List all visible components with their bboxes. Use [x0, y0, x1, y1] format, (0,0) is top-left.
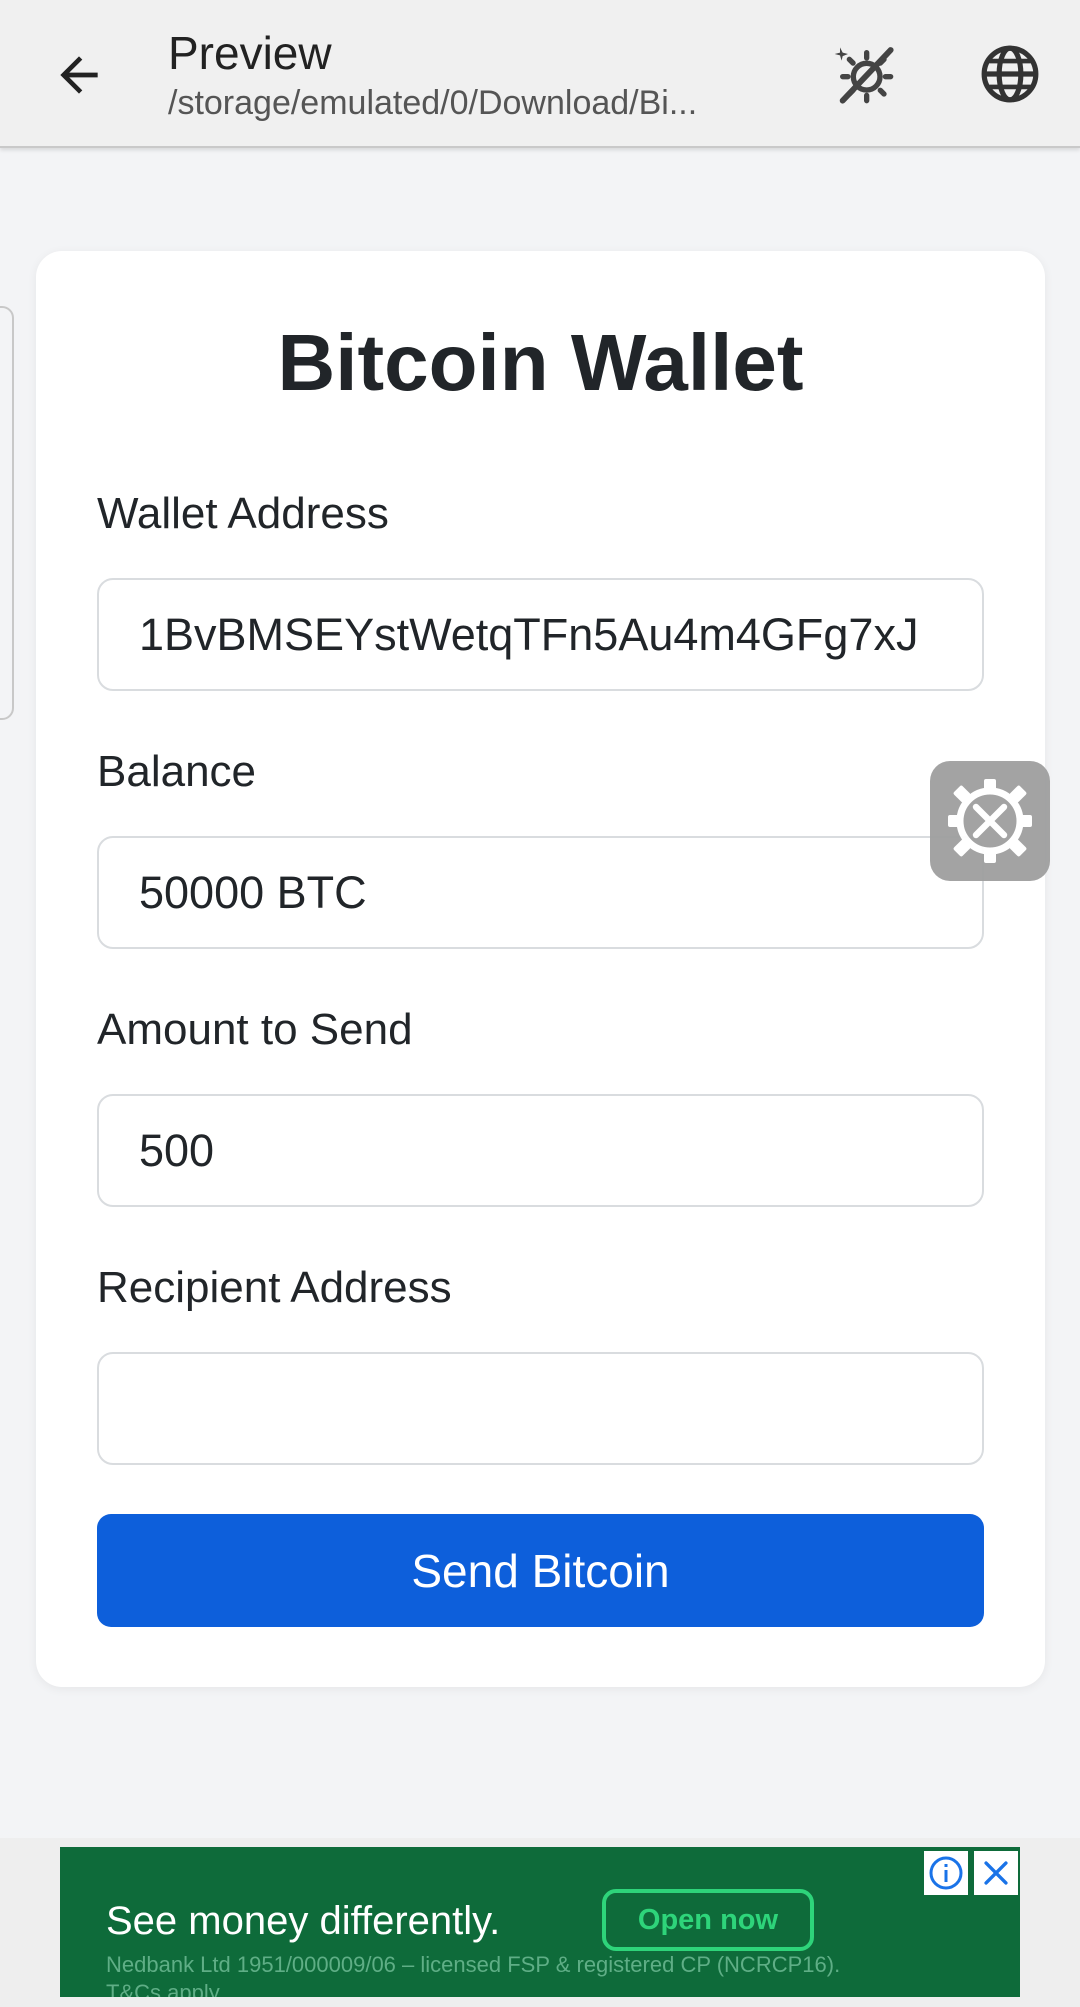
ad-headline: See money differently.: [106, 1899, 501, 1943]
ad-open-now-button[interactable]: Open now: [602, 1889, 814, 1951]
toolbar-title: Preview: [168, 27, 332, 79]
wallet-address-field[interactable]: [97, 578, 984, 691]
tools-gear-icon: [948, 779, 1032, 863]
recipient-label: Recipient Address: [97, 1263, 452, 1312]
close-icon: [984, 1861, 1008, 1885]
ad-fine-print: Nedbank Ltd 1951/000009/06 – licensed FS…: [106, 1952, 841, 1997]
theme-toggle-button[interactable]: [826, 36, 902, 112]
toolbar-subtitle-path: /storage/emulated/0/Download/Bi...: [168, 84, 698, 122]
language-button[interactable]: [972, 36, 1048, 112]
arrow-back-icon: [60, 56, 98, 94]
dark-mode-toggle-icon: [834, 47, 894, 104]
info-icon: [929, 1856, 963, 1890]
page-title: Bitcoin Wallet: [277, 318, 804, 407]
ad-banner[interactable]: See money differently. Open now Nedbank …: [60, 1847, 1020, 1997]
amount-label: Amount to Send: [97, 1005, 413, 1054]
send-bitcoin-button[interactable]: Send Bitcoin: [97, 1514, 984, 1627]
balance-label: Balance: [97, 747, 257, 796]
balance-field[interactable]: [97, 836, 984, 949]
recipient-field[interactable]: [97, 1352, 984, 1465]
amount-field[interactable]: [97, 1094, 984, 1207]
back-button[interactable]: [44, 40, 114, 110]
top-app-bar: Preview /storage/emulated/0/Download/Bi.…: [0, 0, 1080, 148]
floating-tools-button[interactable]: [930, 761, 1050, 881]
ad-close-button[interactable]: [974, 1851, 1018, 1895]
side-drawer-handle[interactable]: [0, 306, 14, 720]
wallet-address-label: Wallet Address: [97, 489, 389, 538]
wallet-card: Bitcoin Wallet Wallet Address Balance Am…: [36, 251, 1045, 1687]
globe-icon: [981, 45, 1039, 103]
ad-info-button[interactable]: [924, 1851, 968, 1895]
